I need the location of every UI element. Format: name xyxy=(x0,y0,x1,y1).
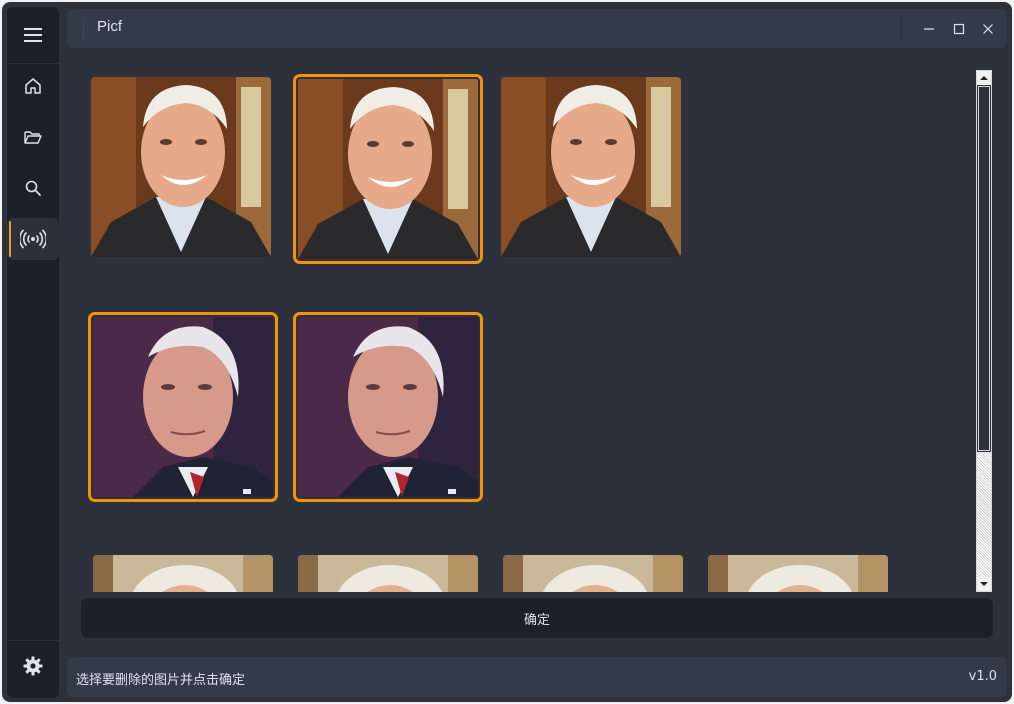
vertical-scrollbar[interactable] xyxy=(976,70,992,592)
minimize-button[interactable] xyxy=(917,17,941,41)
title-bar: Picf xyxy=(67,9,1007,48)
image-tile-red-tie-1[interactable] xyxy=(88,312,278,502)
confirm-button[interactable]: 确定 xyxy=(81,598,993,638)
portrait-image xyxy=(93,317,273,497)
close-icon xyxy=(983,24,993,34)
sidebar-item-search[interactable] xyxy=(7,167,59,209)
arrow-up-icon xyxy=(980,76,988,80)
image-tile-partial-4[interactable] xyxy=(708,555,888,592)
image-tile-smiling-3[interactable] xyxy=(501,77,681,257)
hamburger-icon xyxy=(24,28,42,42)
image-tile-partial-1[interactable] xyxy=(93,555,273,592)
image-tile-red-tie-2[interactable] xyxy=(293,312,483,502)
gear-icon xyxy=(23,656,43,676)
scroll-track[interactable] xyxy=(978,86,990,451)
portrait-image xyxy=(91,77,271,257)
scroll-down-button[interactable] xyxy=(977,577,991,591)
portrait-image xyxy=(298,79,478,259)
image-tile-smiling-1[interactable] xyxy=(91,77,271,257)
image-tile-partial-3[interactable] xyxy=(503,555,683,592)
title-divider xyxy=(83,18,84,39)
broadcast-icon xyxy=(20,229,46,249)
folder-open-icon xyxy=(24,131,42,144)
minimize-icon xyxy=(924,28,934,30)
portrait-image xyxy=(298,555,478,592)
sidebar-bottom-divider xyxy=(7,640,59,641)
version-label: v1.0 xyxy=(968,669,997,684)
image-tile-smiling-2[interactable] xyxy=(293,74,483,264)
title-controls-divider xyxy=(901,14,902,43)
search-icon xyxy=(25,180,41,196)
close-button[interactable] xyxy=(976,17,1000,41)
app-window: Picf 确定 选择要删除的图片并点击确定 v1.0 xyxy=(2,2,1012,702)
scroll-thumb[interactable] xyxy=(977,452,991,578)
portrait-image xyxy=(501,77,681,257)
app-title: Picf xyxy=(97,18,123,35)
sidebar-divider xyxy=(7,63,59,64)
portrait-image xyxy=(708,555,888,592)
sidebar-item-open-folder[interactable] xyxy=(7,116,59,158)
portrait-image xyxy=(93,555,273,592)
sidebar-item-home[interactable] xyxy=(7,65,59,107)
portrait-image xyxy=(503,555,683,592)
portrait-image xyxy=(298,317,478,497)
image-tile-partial-2[interactable] xyxy=(298,555,478,592)
home-icon xyxy=(25,78,41,94)
sidebar xyxy=(7,7,59,698)
status-message: 选择要删除的图片并点击确定 xyxy=(76,673,246,688)
maximize-icon xyxy=(953,23,965,35)
sidebar-item-broadcast[interactable] xyxy=(7,218,59,260)
maximize-button[interactable] xyxy=(947,17,971,41)
status-bar: 选择要删除的图片并点击确定 v1.0 xyxy=(67,657,1007,697)
menu-button[interactable] xyxy=(7,14,59,56)
settings-button[interactable] xyxy=(7,645,59,687)
image-gallery xyxy=(82,72,962,592)
scroll-up-button[interactable] xyxy=(977,71,991,85)
arrow-down-icon xyxy=(980,582,988,586)
